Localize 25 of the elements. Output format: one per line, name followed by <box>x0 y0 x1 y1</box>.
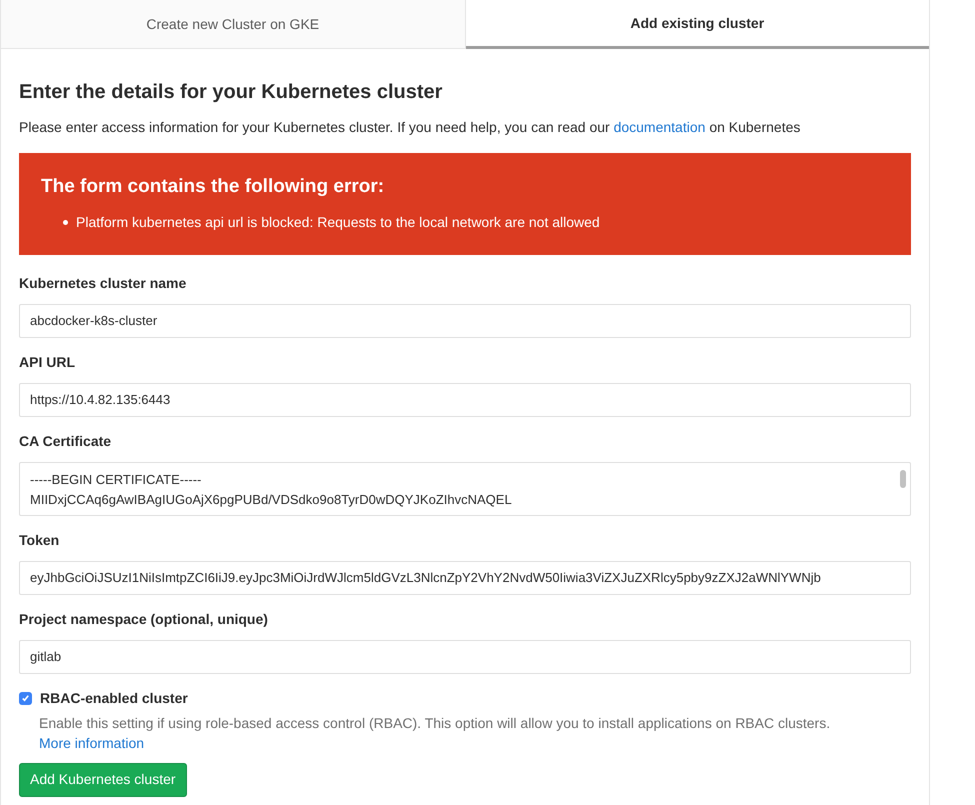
scrollbar-icon <box>900 470 906 488</box>
input-field[interactable]: abcdocker-k8s-cluster <box>19 304 911 338</box>
input-field[interactable]: gitlab <box>19 640 911 674</box>
certificate-line: -----BEGIN CERTIFICATE----- <box>30 470 202 488</box>
checkbox-label: RBAC-enabled cluster <box>40 688 188 708</box>
checkbox[interactable] <box>19 692 32 704</box>
certificate-line: MIIDxjCCAq6gAwIBAgIUGoAjX6pgPUBd/VDSdko9o8TyrD0wDQYJKoZIhvcNAQEL <box>30 490 513 509</box>
field-label: Token <box>19 530 60 550</box>
field-label: Project namespace (optional, unique) <box>19 610 269 629</box>
help-text: Enable this setting if using role-based access control (RBAC). This option will allow you to install applications on RBAC clusters. More information <box>39 714 832 752</box>
error-title: The form contains the following error: <box>41 175 386 199</box>
input-field[interactable]: https://10.4.82.135:6443 <box>19 382 911 416</box>
documentation-link[interactable]: documentation <box>614 119 706 135</box>
section-heading: Enter the details for your Kubernetes cluster <box>19 80 444 105</box>
checkmark-icon <box>21 694 30 702</box>
field-label: Kubernetes cluster name <box>19 274 188 292</box>
field-label: CA Certificate <box>19 432 112 450</box>
error-message: Platform kubernetes api url is blocked: Requests to the local network are not allowed <box>76 212 600 232</box>
input-field[interactable]: eyJhbGciOiJSUzI1NiIsImtpZCI6IiJ9.eyJpc3MiOiJrdWJlcm5ldGVzL3NlcnZpY2VhY2NvdW50Iiwia3ViZXJuZXRlcy5pby9zZXJ2aWNlYWNjb <box>19 560 911 594</box>
bullet-icon <box>63 220 68 224</box>
certificate-textarea[interactable]: -----BEGIN CERTIFICATE----- MIIDxjCCAq6gAwIBAgIUGoAjX6pgPUBd/VDSdko9o8TyrD0wDQYJKoZIhvcNAQEL <box>19 462 911 516</box>
field-label: API URL <box>19 352 76 372</box>
intro-text: Please enter access information for your Kubernetes cluster. If you need help, you can read our documentation on Kubernetes <box>19 118 802 137</box>
more-information-link[interactable]: More information <box>39 734 144 750</box>
tab[interactable]: Create new Cluster on GKE <box>1 0 466 49</box>
